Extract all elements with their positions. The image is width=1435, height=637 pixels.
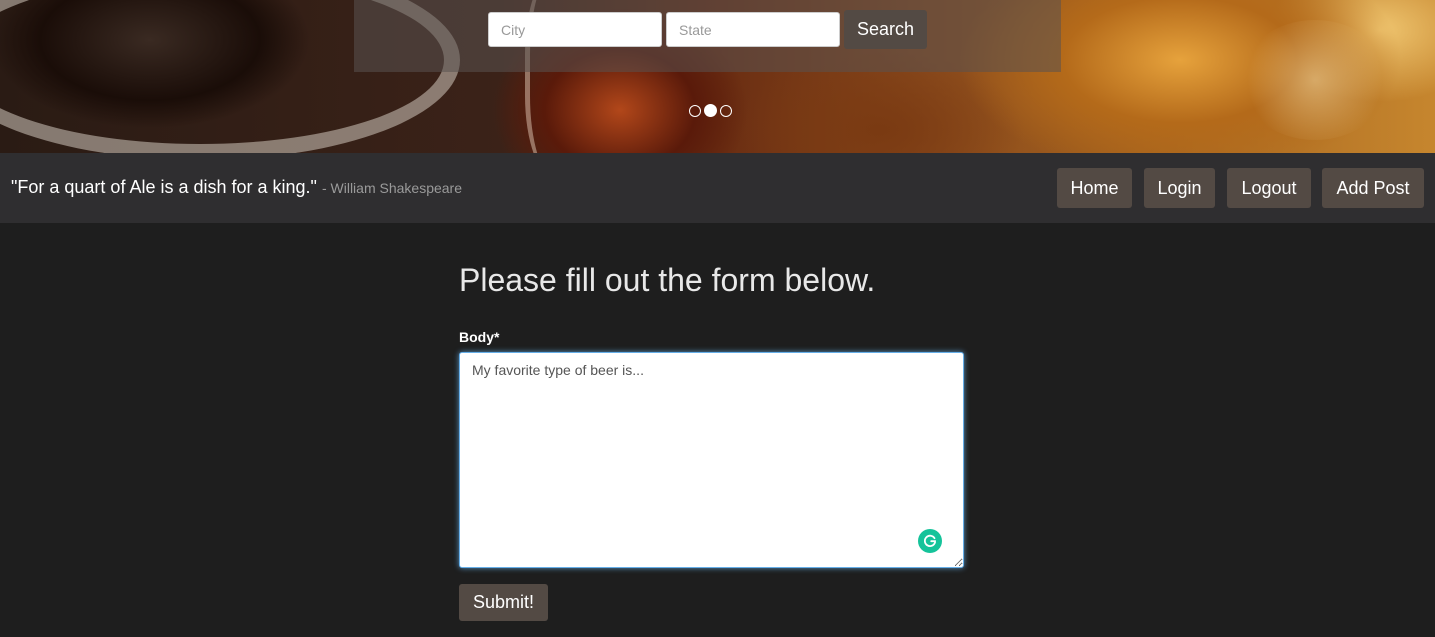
add-post-button[interactable]: Add Post	[1322, 168, 1424, 208]
form-title: Please fill out the form below.	[459, 262, 876, 298]
quote-text: "For a quart of Ale is a dish for a king…	[11, 177, 317, 197]
quote-author: - William Shakespeare	[321, 180, 463, 196]
carousel-dot-1[interactable]	[689, 104, 701, 117]
submit-button[interactable]: Submit!	[459, 584, 548, 621]
login-button[interactable]: Login	[1144, 168, 1215, 208]
navbar: "For a quart of Ale is a dish for a king…	[0, 153, 1435, 223]
search-panel: Search	[354, 0, 1061, 72]
home-button[interactable]: Home	[1057, 168, 1132, 208]
quote: "For a quart of Ale is a dish for a king…	[11, 177, 462, 198]
body-label: Body*	[459, 329, 500, 345]
hero-banner: Search	[0, 0, 1435, 153]
search-button[interactable]: Search	[844, 10, 927, 49]
grammarly-g-icon	[923, 534, 936, 547]
carousel-dot-3[interactable]	[720, 104, 732, 117]
city-input[interactable]	[488, 12, 662, 47]
logout-button[interactable]: Logout	[1227, 168, 1311, 208]
grammarly-icon[interactable]	[918, 529, 942, 553]
carousel-indicators	[689, 104, 732, 117]
body-textarea[interactable]	[459, 352, 964, 568]
beer-glass-image	[1240, 20, 1390, 140]
carousel-dot-2[interactable]	[704, 104, 717, 117]
state-input[interactable]	[666, 12, 840, 47]
